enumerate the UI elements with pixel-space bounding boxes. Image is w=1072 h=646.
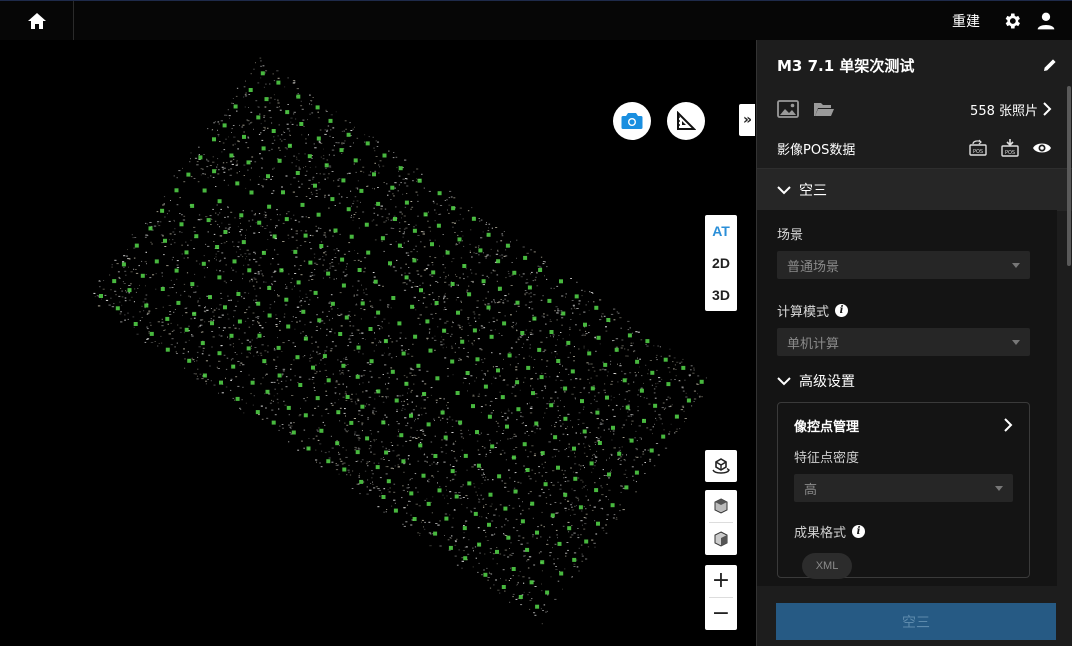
zoom-in-button[interactable]: +: [705, 565, 737, 597]
pos-data-label: 影像POS数据: [777, 142, 856, 158]
chevron-right-icon: [1004, 418, 1013, 432]
caret-down-icon: [995, 485, 1003, 491]
pos-import-button[interactable]: POS: [968, 139, 988, 157]
rotate-view-button[interactable]: [705, 450, 737, 482]
view-mode-3d[interactable]: 3D: [705, 279, 737, 311]
svg-text:POS: POS: [1005, 150, 1015, 156]
chevron-down-icon: [777, 377, 791, 386]
rotate-cube-icon: [712, 458, 730, 474]
view-mode-at[interactable]: AT: [705, 215, 737, 247]
gcp-management-label: 像控点管理: [794, 419, 860, 435]
task-side-panel: M3 7.1 单架次测试 558 张照片 影像POS数据 POS POS 空三 …: [756, 40, 1072, 646]
pos-export-button[interactable]: POS: [1000, 138, 1020, 158]
point-cloud-points: [93, 57, 707, 625]
view-mode-switcher: AT 2D 3D: [705, 215, 737, 311]
edit-title-button[interactable]: [1042, 57, 1058, 73]
view-mode-2d[interactable]: 2D: [705, 247, 737, 279]
image-icon: [777, 100, 799, 118]
panel-scrollbar[interactable]: [1067, 86, 1071, 266]
pencil-icon: [1044, 59, 1056, 71]
eye-icon: [1033, 143, 1051, 153]
side-view-button[interactable]: [705, 523, 737, 555]
top-bar: 重建: [0, 0, 1072, 41]
project-title: M3 7.1 单架次测试: [777, 56, 915, 75]
measure-button[interactable]: [667, 102, 705, 140]
home-button[interactable]: [0, 1, 74, 41]
settings-button[interactable]: [1002, 11, 1022, 31]
folder-button[interactable]: [813, 100, 835, 118]
user-button[interactable]: [1036, 11, 1056, 31]
advanced-settings-toggle[interactable]: 高级设置: [757, 360, 1057, 402]
pos-export-icon: POS: [1001, 139, 1019, 157]
home-icon: [27, 13, 46, 29]
svg-text:POS: POS: [973, 149, 983, 155]
photo-count-link[interactable]: 558 张照片: [970, 100, 1052, 119]
feature-density-value: 高: [804, 482, 818, 498]
top-view-button[interactable]: [705, 490, 737, 522]
caret-down-icon: [1012, 262, 1020, 268]
ruler-triangle-icon: [677, 111, 696, 130]
camera-view-group: [705, 490, 737, 555]
zoom-out-button[interactable]: −: [705, 598, 737, 630]
camera-icon: [621, 113, 643, 129]
advanced-settings-label: 高级设置: [799, 374, 855, 390]
photo-count-label: 558 张照片: [970, 103, 1038, 119]
plus-icon: +: [711, 568, 731, 593]
at-section-toggle[interactable]: 空三: [757, 169, 1072, 211]
image-button[interactable]: [777, 100, 799, 118]
compute-mode-value: 单机计算: [787, 336, 840, 352]
pos-visibility-button[interactable]: [1032, 141, 1052, 155]
info-icon[interactable]: i: [852, 525, 866, 538]
feature-density-label: 特征点密度: [794, 451, 860, 466]
caret-down-icon: [1012, 339, 1020, 345]
cube-side-icon: [714, 531, 728, 547]
user-icon: [1037, 12, 1055, 30]
point-cloud-viewport[interactable]: » AT 2D 3D + −: [0, 40, 755, 646]
rebuild-button[interactable]: 重建: [952, 11, 980, 31]
compute-mode-label: 计算模式 i: [757, 301, 1057, 320]
camera-button[interactable]: [613, 102, 651, 140]
cube-top-icon: [714, 498, 728, 514]
collapse-panel-button[interactable]: »: [739, 104, 755, 136]
gcp-management-link[interactable]: 像控点管理: [778, 403, 1029, 447]
scene-select-value: 普通场景: [787, 259, 840, 275]
gear-icon: [1005, 13, 1020, 29]
minus-icon: −: [711, 601, 731, 626]
scene-select[interactable]: 普通场景: [777, 251, 1030, 279]
chevron-down-icon: [777, 186, 791, 195]
advanced-settings-box: 像控点管理 特征点密度 高 成果格式 i XML: [777, 402, 1030, 579]
scene-label: 场景: [777, 228, 804, 243]
folder-open-icon: [814, 103, 834, 116]
panel-footer: 空三: [757, 586, 1072, 646]
zoom-controls: + −: [705, 565, 737, 630]
chevron-right-icon: [1043, 102, 1052, 116]
output-format-label: 成果格式 i: [778, 522, 1029, 541]
compute-mode-select[interactable]: 单机计算: [777, 328, 1030, 356]
pos-import-icon: POS: [969, 139, 987, 156]
at-section-label: 空三: [799, 183, 827, 199]
settings-scroll-area[interactable]: 场景 普通场景 计算模式 i 单机计算 高级设置 像控点管理 特征点密度 高 成…: [757, 210, 1057, 586]
output-format-xml-chip[interactable]: XML: [802, 553, 852, 579]
info-icon[interactable]: i: [835, 304, 849, 317]
run-aerotriangulation-button[interactable]: 空三: [776, 603, 1056, 640]
feature-density-select[interactable]: 高: [794, 474, 1013, 502]
